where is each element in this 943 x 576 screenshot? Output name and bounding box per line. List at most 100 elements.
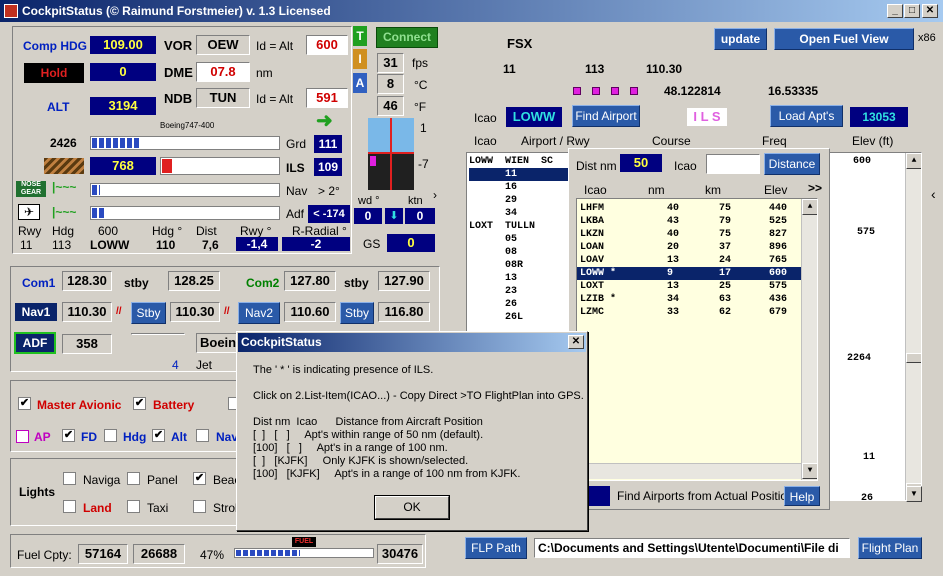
i-button[interactable]: I <box>353 49 367 69</box>
runway-list-item[interactable]: LOXT TULLN <box>469 220 579 233</box>
near-col-more[interactable]: >> <box>808 181 822 195</box>
near-icao-input[interactable] <box>706 154 760 174</box>
land-checkbox[interactable] <box>63 500 76 513</box>
fuel-cpty-label: Fuel Cpty: <box>17 548 72 562</box>
master-avionic-checkbox[interactable]: ✔ <box>18 397 31 410</box>
dist-nm-input[interactable]: 50 <box>620 154 662 172</box>
alt-checkbox[interactable]: ✔ <box>152 429 165 442</box>
grd-value: 111 <box>314 135 342 153</box>
nav1-value: 110.30 <box>62 302 112 322</box>
distance-button[interactable]: Distance <box>764 153 820 175</box>
runway-list-item[interactable]: 16 <box>469 181 579 194</box>
near-row-icao: LKBA <box>580 216 605 227</box>
nearest-airport-row[interactable]: LKBA 43 79 525 <box>577 215 801 228</box>
side-chevron-icon[interactable]: ‹ <box>931 186 936 202</box>
adf-value: < -174 <box>308 205 350 223</box>
nearest-airport-row[interactable]: LZMC 33 62 679 <box>577 306 801 319</box>
runway-list-item[interactable]: LOWW WIEN SC <box>469 155 579 168</box>
near-row-elev: 440 <box>769 203 788 214</box>
nav2-button[interactable]: Nav2 <box>238 302 280 324</box>
alt-label: ALT <box>47 100 70 114</box>
nav2-stby-button[interactable]: Stby <box>340 302 374 324</box>
nav-checkbox[interactable] <box>196 429 209 442</box>
runway-list-item[interactable]: 08 <box>469 246 579 259</box>
runway-list-item[interactable]: 26L <box>469 311 579 324</box>
arrow-right-icon: ➜ <box>316 110 333 132</box>
nearest-airport-row[interactable]: LOAV 13 24 765 <box>577 254 801 267</box>
near-row-icao: LZIB * <box>580 294 617 305</box>
ok-button[interactable]: OK <box>374 495 450 520</box>
scroll-thumb[interactable] <box>906 353 921 363</box>
find-airport-button[interactable]: Find Airport <box>572 105 640 127</box>
runway-list-item[interactable]: 05 <box>469 233 579 246</box>
battery-checkbox[interactable]: ✔ <box>133 397 146 410</box>
runway-list-item[interactable]: 23 <box>469 285 579 298</box>
flp-path-input[interactable]: C:\Documents and Settings\Utente\Documen… <box>534 538 850 558</box>
dme-value: 07.8 <box>196 62 250 82</box>
a-button[interactable]: A <box>353 73 367 93</box>
near-row-icao: LOAV <box>580 255 605 266</box>
nearest-airport-row[interactable]: LZIB * 34 63 436 <box>577 293 801 306</box>
near-hscrollbar[interactable] <box>577 463 801 479</box>
connect-button[interactable]: Connect <box>376 27 438 48</box>
nearest-airport-row[interactable]: LKZN 40 75 827 <box>577 228 801 241</box>
find-actual-label[interactable]: Find Airports from Actual Position <box>617 489 794 503</box>
nav1-label[interactable]: Nav1 <box>15 303 57 321</box>
fd-checkbox[interactable]: ✔ <box>62 429 75 442</box>
panel-checkbox[interactable] <box>127 472 140 485</box>
dialog-close-button[interactable]: ✕ <box>568 335 584 349</box>
t-button[interactable]: T <box>353 26 367 46</box>
comp-hdg-label: Comp HDG <box>23 39 87 53</box>
close-button[interactable]: ✕ <box>922 4 938 18</box>
nearest-airport-row[interactable]: LOWW * 9 17 600 <box>577 267 801 280</box>
minimize-button[interactable]: _ <box>887 4 903 18</box>
adf-input[interactable] <box>131 333 185 335</box>
adf-button[interactable]: ADF <box>14 332 56 354</box>
help-button[interactable]: Help <box>784 486 820 506</box>
app-icon <box>4 4 18 18</box>
taxi-checkbox[interactable] <box>127 500 140 513</box>
update-button[interactable]: update <box>714 28 767 50</box>
runway-list-scrollbar[interactable]: ▲ ▼ <box>905 153 921 500</box>
near-row-icao: LOXT <box>580 281 605 292</box>
nearest-airport-row[interactable]: LOAN 20 37 896 <box>577 241 801 254</box>
runway-list-item[interactable]: 11 <box>469 168 579 181</box>
flp-path-button[interactable]: FLP Path <box>465 537 527 559</box>
runway-list-item[interactable]: 26 <box>469 298 579 311</box>
runway-list-item[interactable]: 13 <box>469 272 579 285</box>
runway-list-item[interactable]: 08R <box>469 259 579 272</box>
lights-label: Lights <box>19 485 55 499</box>
main-list-down-icon[interactable]: ▼ <box>906 486 922 502</box>
hdg-checkbox[interactable] <box>104 429 117 442</box>
strobe-checkbox[interactable] <box>193 500 206 513</box>
runway-list-item[interactable]: 34 <box>469 207 579 220</box>
maximize-button[interactable]: □ <box>904 4 920 18</box>
ap-checkbox[interactable] <box>16 430 29 443</box>
near-scroll-down-icon[interactable]: ▼ <box>802 463 817 479</box>
aircraft-type: Boeing <box>196 333 238 353</box>
load-apts-button[interactable]: Load Apt's <box>770 105 843 127</box>
com2-stby-value: 127.90 <box>378 271 430 291</box>
nav1-stby-button[interactable]: Stby <box>131 302 166 324</box>
nearest-airports-list[interactable]: LHFM 40 75 440 LKBA 43 79 525 LKZN 40 75 827 LOAN 20 3… <box>576 198 818 481</box>
near-row-icao: LOAN <box>580 242 605 253</box>
airplane-icon: ✈ <box>18 204 40 220</box>
open-fuel-view-button[interactable]: Open Fuel View <box>774 28 914 50</box>
scroll-up-icon[interactable]: ▲ <box>906 153 921 169</box>
hdg-header: Hdg <box>52 224 75 238</box>
beacon-checkbox[interactable]: ✔ <box>193 472 206 485</box>
icao-input[interactable]: LOWW <box>506 107 562 127</box>
nav-bar <box>90 183 280 197</box>
chevron-right-icon[interactable]: › <box>433 188 437 202</box>
alt-label-ap: Alt <box>171 430 187 444</box>
near-row-km: 62 <box>719 307 732 318</box>
runway-list-item[interactable]: 29 <box>469 194 579 207</box>
near-scroll-up-icon[interactable]: ▲ <box>802 199 817 215</box>
naviga-checkbox[interactable] <box>63 472 76 485</box>
nearest-airport-row[interactable]: LOXT 13 25 575 <box>577 280 801 293</box>
nearest-airport-row[interactable]: LHFM 40 75 440 <box>577 202 801 215</box>
hold-indicator[interactable]: Hold <box>24 63 84 83</box>
flight-plan-button[interactable]: Flight Plan <box>858 537 922 559</box>
near-list-scrollbar[interactable]: ▲ ▼ <box>801 199 817 480</box>
dist-value: 7,6 <box>202 238 219 252</box>
